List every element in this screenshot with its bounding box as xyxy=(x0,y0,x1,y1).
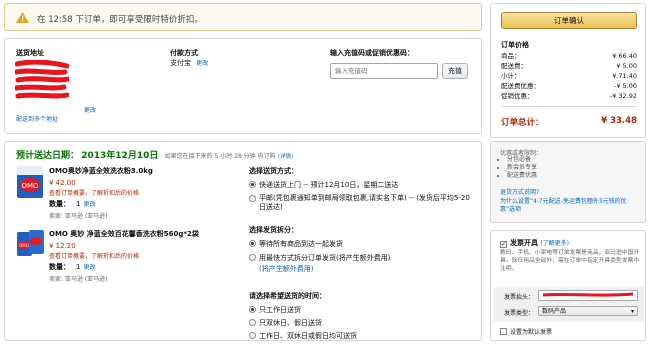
price-note-2[interactable]: 查看订单概要，了解折扣后的价格 xyxy=(49,251,249,260)
total-value: ¥ 33.48 xyxy=(601,116,637,126)
svg-text:OMO: OMO xyxy=(19,243,29,248)
radio-icon[interactable] xyxy=(249,195,256,202)
qty-row-2: 数量： 1 更改 xyxy=(49,262,249,272)
time-option-weekend[interactable]: 只双休日、假日送货 xyxy=(249,318,475,328)
delivery-time: 请选择希望送货的时间： 只工作日送货 只双休日、假日送货 工作日、双休日或假日均… xyxy=(249,291,475,341)
qty-row-1: 数量： 1 更改 xyxy=(49,199,239,209)
delivery-box: 预计送达日期： 2013年12月10日 如果您在接下来的 5 小时 28 分钟 … xyxy=(4,141,482,341)
radio-icon[interactable] xyxy=(249,319,256,326)
radio-icon[interactable] xyxy=(249,254,256,261)
product-price-2: ¥ 12.20 xyxy=(49,242,76,250)
seller-2: 卖家: 亚马逊 (亚马逊) xyxy=(49,276,108,283)
qty-value-1: 1 xyxy=(76,200,81,208)
seller-1: 卖家: 亚马逊 (亚马逊) xyxy=(49,213,108,220)
qty-label-1: 数量： xyxy=(49,200,70,208)
shipping-option-express[interactable]: 快递送货上门 -- 预计12月10日，星期二送达 xyxy=(249,180,475,190)
coupon-input[interactable] xyxy=(330,63,438,79)
promo-link-2[interactable]: 为什么设置“4.7元配送-免运费包额外3元钱的优惠”选项 xyxy=(500,198,640,214)
chevron-down-icon: ▾ xyxy=(630,308,634,315)
promotions-box: 优惠或者限制： 分包必备 新会员专享 配送费优惠 退货方式说明? 为什么设置“4… xyxy=(490,141,646,223)
time-title: 请选择希望送货的时间： xyxy=(249,292,326,300)
shipping-option-post[interactable]: 平邮(凭包裹通知单到邮局领取包裹,请实名下单) -- (发货后平均5-20日送达… xyxy=(249,194,475,212)
list-item: OMO 奥妙 净蓝全效百花馨香洗衣粉560g*2袋 ¥ 12.20 查看订单概要… xyxy=(49,229,249,283)
invoice-title: 发票开具 xyxy=(510,239,538,247)
summary-row: 小计： ¥ 71.40 xyxy=(501,72,637,80)
invoice-default[interactable]: 设置为默认发票 xyxy=(500,327,552,336)
summary-row: 商品： ¥ 66.40 xyxy=(501,52,637,60)
list-item: OMO奥妙净蓝全效洗衣粉3.0kg ¥ 42.00 查看订单概要，了解折扣后的价… xyxy=(49,166,239,220)
multi-address-link[interactable]: 配送到多个地址 xyxy=(16,114,58,123)
list-item: 新会员专享 xyxy=(507,164,537,172)
radio-selected-icon[interactable] xyxy=(249,306,256,313)
coupon-apply-button[interactable]: 充值 xyxy=(442,63,468,79)
summary-row: 配送费： ¥ 5.00 xyxy=(501,62,637,70)
split-shipment: 选择发货拆分： 等待所有商品到达一起发货 用最快方式拆分订单发货(将产生额外费用… xyxy=(249,225,475,274)
summary-title: 订单价格 xyxy=(501,41,529,49)
payment-value: 支付宝 xyxy=(170,59,191,67)
product-name-1[interactable]: OMO奥妙净蓝全效洗衣粉3.0kg xyxy=(49,166,239,176)
checkbox-checked-icon[interactable]: ✓ xyxy=(500,241,507,248)
list-item: 配送费优惠 xyxy=(507,172,537,180)
address-change-link[interactable]: 更改 xyxy=(84,105,96,114)
estimate-label: 预计送达日期： xyxy=(16,151,80,161)
split-title: 选择发货拆分： xyxy=(249,226,298,234)
invoice-head-input[interactable] xyxy=(538,290,638,301)
qty-change-2[interactable]: 更改 xyxy=(83,264,95,271)
checkout-info-box: 送货地址 更改 配送到多个地址 付款方式 支付宝 更改 输入充值码或促销优惠码：… xyxy=(4,38,482,134)
shipping-title: 选择送货方式： xyxy=(249,167,298,175)
shipping-method: 选择送货方式： 快递送货上门 -- 预计12月10日，星期二送达 平邮(凭包裹通… xyxy=(249,166,475,212)
list-item: 分包必备 xyxy=(507,156,537,164)
estimate-note: 如果您在接下来的 5 小时 28 分钟 内订购 xyxy=(164,153,276,160)
total-label: 订单总计： xyxy=(501,118,544,128)
payment-method: 支付宝 更改 xyxy=(170,58,208,68)
time-option-any[interactable]: 工作日、双休日或假日均可送货 xyxy=(249,331,475,341)
product-image-1[interactable]: OMO xyxy=(16,165,44,199)
split-option-fastest[interactable]: 用最快方式拆分订单发货(将产生额外费用) xyxy=(249,253,475,263)
product-price-1: ¥ 42.00 xyxy=(49,179,76,187)
order-total: 订单总计： ¥ 33.48 xyxy=(501,116,637,128)
place-order-button[interactable]: 订单确认 xyxy=(501,12,637,29)
summary-rows: 商品： ¥ 66.40 配送费： ¥ 5.00 小计： ¥ 71.40 配送费优惠： -… xyxy=(501,51,637,101)
split-option-together[interactable]: 等待所有商品到达一起发货 xyxy=(249,239,475,249)
estimate-details-link[interactable]: (详情) xyxy=(278,154,293,160)
summary-row: 促销优惠： -¥ 32.92 xyxy=(501,92,637,100)
address-title: 送货地址 xyxy=(16,49,44,57)
invoice-head-label: 发票抬头： xyxy=(504,294,535,301)
invoice-box: ✓ 发票开具 (了解更多) 数码、手机、小家电等订单发票是商品，亚马逊中国开具，除… xyxy=(490,230,646,341)
invoice-fields: 发票抬头： 发票类型： 数码产品 ▾ xyxy=(494,287,644,322)
time-option-weekday[interactable]: 只工作日送货 xyxy=(249,305,475,315)
redacted-mark xyxy=(542,292,634,297)
invoice-text: 数码、手机、小家电等订单发票是商品，亚马逊中国开具，除日用品全部外，需在订单中指… xyxy=(500,250,640,272)
invoice-type-select[interactable]: 数码产品 ▾ xyxy=(538,306,638,316)
radio-selected-icon[interactable] xyxy=(249,181,256,188)
address-redacted xyxy=(13,59,71,108)
product-name-2[interactable]: OMO 奥妙 净蓝全效百花馨香洗衣粉560g*2袋 xyxy=(49,229,249,239)
svg-text:OMO: OMO xyxy=(21,182,39,190)
invoice-header: ✓ 发票开具 (了解更多) xyxy=(500,238,569,248)
summary-row: 配送费优惠： -¥ 5.00 xyxy=(501,82,637,90)
qty-change-1[interactable]: 更改 xyxy=(83,201,95,208)
invoice-type-label: 发票类型： xyxy=(504,310,535,317)
radio-selected-icon[interactable] xyxy=(249,240,256,247)
delivery-estimate: 预计送达日期： 2013年12月10日 如果您在接下来的 5 小时 28 分钟 … xyxy=(16,148,293,161)
promo-link-1[interactable]: 退货方式说明? xyxy=(500,187,539,196)
estimate-date: 2013年12月10日 xyxy=(81,151,159,161)
checkbox-icon[interactable] xyxy=(500,328,507,335)
promo-list: 分包必备 新会员专享 配送费优惠 xyxy=(507,156,537,180)
summary-divider xyxy=(501,106,637,107)
radio-icon[interactable] xyxy=(249,332,256,339)
order-summary: 订单确认 订单价格 商品： ¥ 66.40 配送费： ¥ 5.00 小计： ¥ 71.… xyxy=(490,3,646,138)
warning-icon xyxy=(16,12,29,23)
payment-change-link[interactable]: 更改 xyxy=(196,60,208,67)
alert-banner: 在 12:58 下订单，即可享受限时特价折扣。 xyxy=(4,3,482,31)
qty-value-2: 1 xyxy=(76,263,81,271)
invoice-learn-link[interactable]: (了解更多) xyxy=(540,240,569,247)
product-image-2[interactable]: OMO xyxy=(16,228,46,258)
qty-label-2: 数量： xyxy=(49,263,70,271)
price-note-1[interactable]: 查看订单概要，了解折扣后的价格 xyxy=(49,188,239,197)
coupon-title: 输入充值码或促销优惠码： xyxy=(330,49,414,57)
alert-text: 在 12:58 下订单，即可享受限时特价折扣。 xyxy=(37,15,203,25)
payment-title: 付款方式 xyxy=(170,49,198,57)
split-extra-fee-link[interactable]: (将产生额外费用) xyxy=(259,264,475,274)
